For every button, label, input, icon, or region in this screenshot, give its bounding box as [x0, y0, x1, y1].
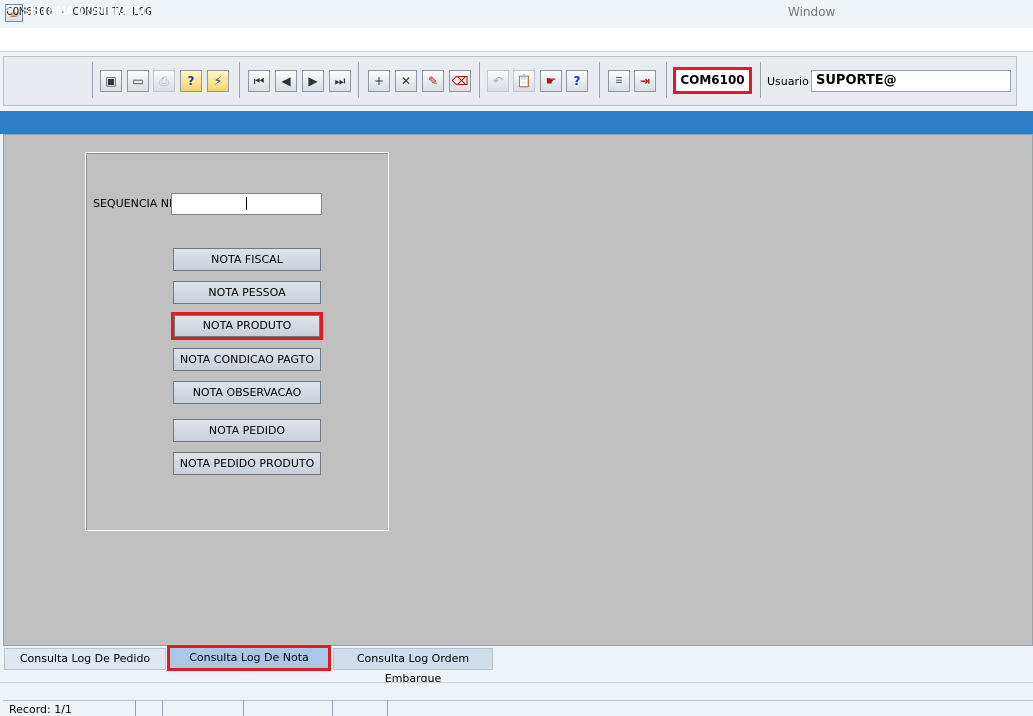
exit-icon[interactable]: ⇥: [634, 70, 656, 92]
last-record-icon[interactable]: ⏭: [329, 70, 351, 92]
toolbar-separator: [479, 62, 480, 98]
section-title: SISTEMA COMERCIAL: [22, 4, 149, 18]
window-icon[interactable]: ▭: [127, 70, 149, 92]
section-header: [0, 111, 1033, 134]
usuario-field[interactable]: SUPORTE@: [811, 70, 1011, 92]
sequencia-nf-label: SEQUENCIA NF: [93, 197, 176, 210]
top-strip: [0, 0, 1033, 28]
toolbar-separator: [599, 62, 600, 98]
clear-icon[interactable]: ⌫: [449, 70, 471, 92]
form-code: COM6100: [680, 73, 745, 87]
menu-icon[interactable]: ☰: [608, 70, 630, 92]
undo-icon[interactable]: ↶: [487, 70, 509, 92]
help-icon[interactable]: ?: [566, 70, 588, 92]
nota-observacao-button[interactable]: NOTA OBSERVACAO: [173, 381, 321, 404]
edit-icon[interactable]: ✎: [422, 70, 444, 92]
toolbar-separator: [666, 62, 667, 98]
status-separator: [135, 700, 136, 716]
insert-record-icon[interactable]: +: [368, 70, 390, 92]
collapse-icon[interactable]: ✲: [5, 6, 15, 16]
query-help-icon[interactable]: ?: [180, 70, 202, 92]
save-icon[interactable]: ▣: [100, 70, 122, 92]
status-separator: [332, 700, 333, 716]
nota-condicao-pagto-button[interactable]: NOTA CONDICAO PAGTO: [173, 348, 321, 371]
status-line: [3, 700, 1033, 716]
usuario-label: Usuario: [767, 75, 809, 88]
nota-pedido-produto-button[interactable]: NOTA PEDIDO PRODUTO: [173, 452, 321, 475]
delete-record-icon[interactable]: ✕: [395, 70, 417, 92]
record-indicator: Record: 1/1: [9, 703, 72, 716]
status-separator: [162, 700, 163, 716]
clipboard-icon[interactable]: 📋: [513, 70, 535, 92]
tab-consulta-log-pedido[interactable]: Consulta Log De Pedido: [4, 648, 166, 670]
tab-consulta-log-nota[interactable]: Consulta Log De Nota: [167, 645, 331, 671]
window-menu[interactable]: Window: [788, 5, 835, 19]
toolbar-separator: [358, 62, 359, 98]
text-caret: [246, 197, 247, 210]
status-separator: [243, 700, 244, 716]
nota-pessoa-button[interactable]: NOTA PESSOA: [173, 281, 321, 304]
print-icon[interactable]: ⎙: [153, 70, 175, 92]
first-record-icon[interactable]: ⏮: [248, 70, 270, 92]
title-bar: [0, 28, 1033, 52]
execute-query-icon[interactable]: ⚡: [207, 70, 229, 92]
next-record-icon[interactable]: ▶: [302, 70, 324, 92]
previous-record-icon[interactable]: ◀: [275, 70, 297, 92]
nota-pedido-button[interactable]: NOTA PEDIDO: [173, 419, 321, 442]
toolbar-separator: [92, 62, 93, 98]
form-code-box: COM6100: [673, 67, 752, 94]
status-separator: [387, 700, 388, 716]
toolbar-separator: [760, 62, 761, 98]
toolbar-separator: [239, 62, 240, 98]
nota-produto-button[interactable]: NOTA PRODUTO: [174, 315, 320, 337]
nota-fiscal-button[interactable]: NOTA FISCAL: [173, 248, 321, 271]
hand-icon[interactable]: ☛: [540, 70, 562, 92]
tab-consulta-log-ordem-embarque[interactable]: Consulta Log Ordem Embarque: [333, 648, 493, 685]
